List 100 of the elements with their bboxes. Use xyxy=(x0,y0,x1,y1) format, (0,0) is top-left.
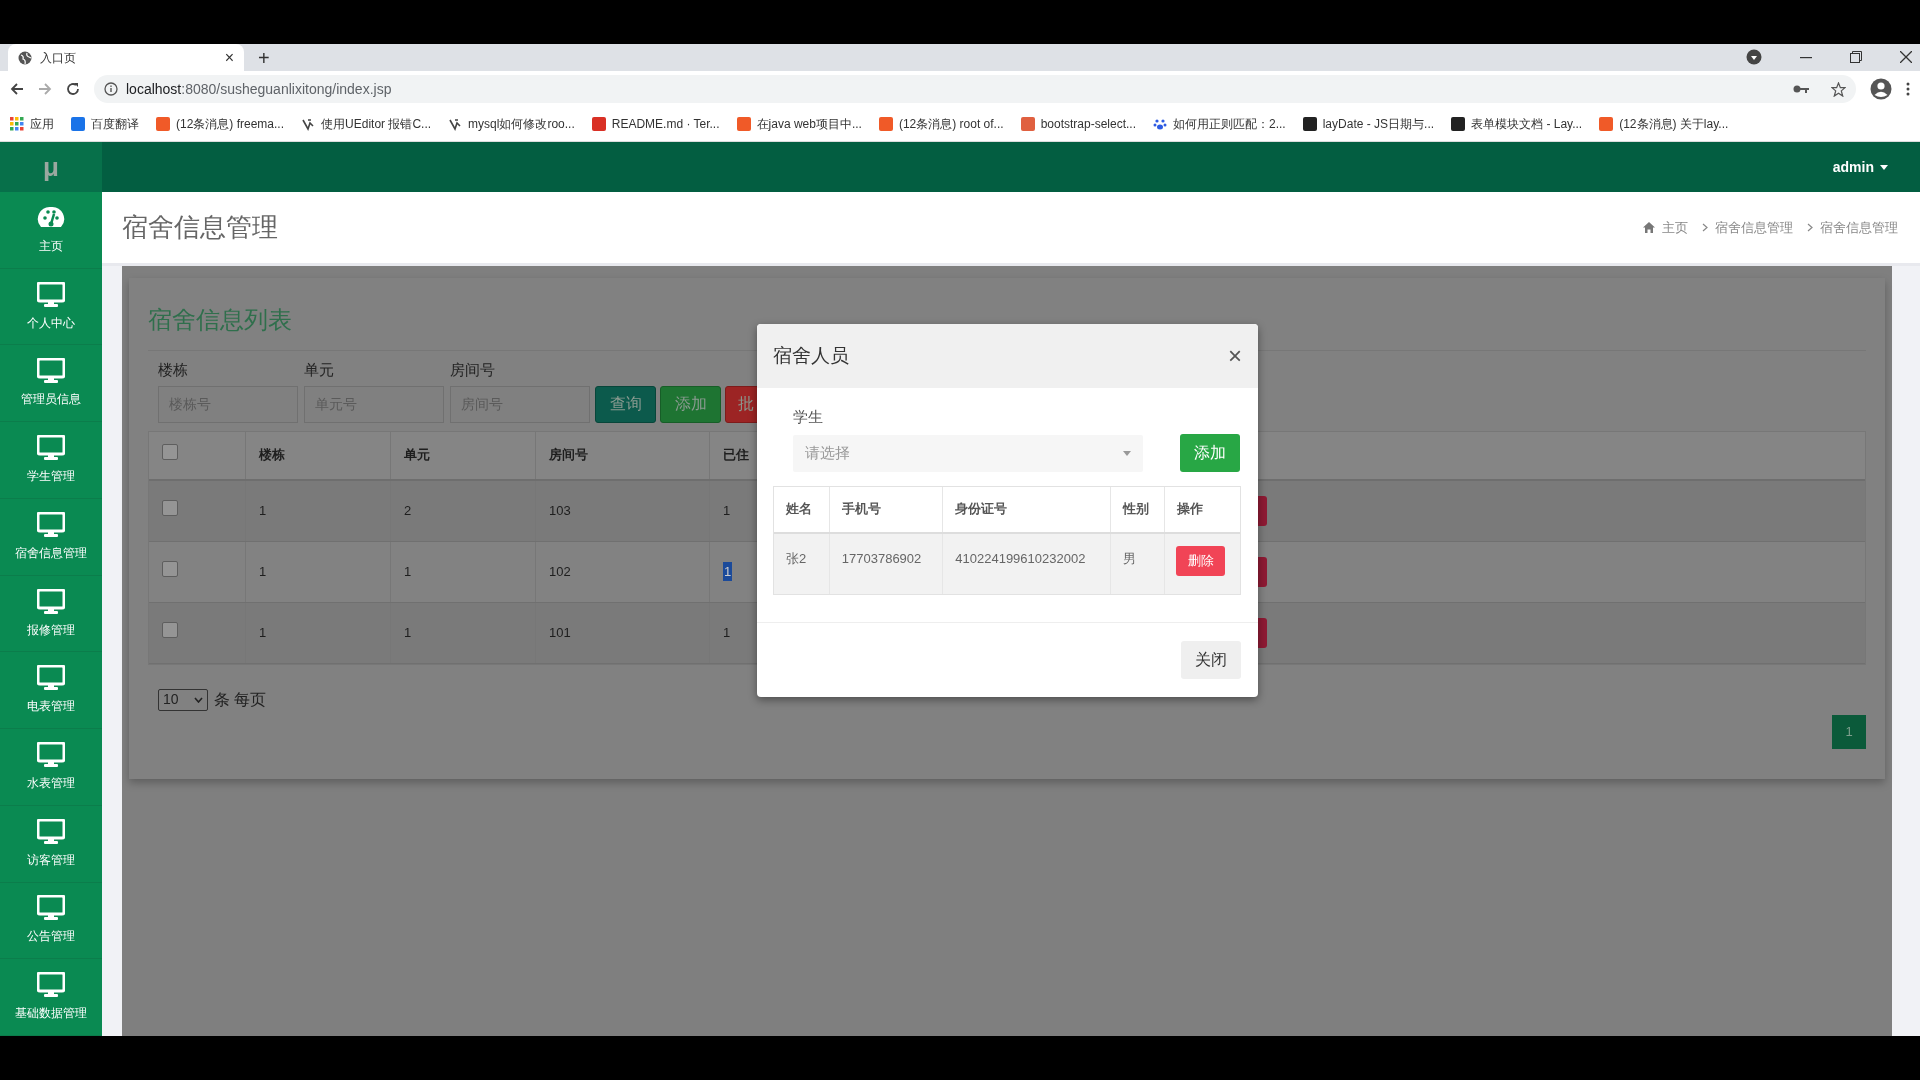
close-tab-button[interactable]: × xyxy=(224,49,234,66)
page-title: 宿舍信息管理 xyxy=(122,211,279,244)
browser-tab[interactable]: 入口页 × xyxy=(8,44,244,71)
reload-icon[interactable] xyxy=(66,82,80,96)
key-icon[interactable] xyxy=(1793,84,1809,94)
site-icon xyxy=(1302,117,1317,131)
table-cell: 410224199610232002 xyxy=(955,550,1086,566)
bookmark-link[interactable]: 如何用正则匹配：2... xyxy=(1173,115,1286,133)
page-size-select[interactable]: 10 xyxy=(158,688,208,711)
monitor-icon xyxy=(37,742,65,768)
checkbox[interactable] xyxy=(162,444,178,460)
column-header: 手机号 xyxy=(841,500,881,519)
bookmark-link[interactable]: 使用UEditor 报错C... xyxy=(321,115,432,133)
column-header: 单元 xyxy=(404,446,430,465)
table-cell-text: 1 xyxy=(723,501,731,520)
monitor-icon xyxy=(37,281,65,308)
bookmark-link[interactable]: bootstrap-select... xyxy=(1040,115,1136,133)
table-cell-text: 1 xyxy=(404,562,412,581)
sidebar-item[interactable]: 电表管理 xyxy=(0,652,102,730)
table-cell-text: 1 xyxy=(259,501,267,520)
add-button[interactable]: 添加 xyxy=(1180,433,1240,472)
back-arrow-icon[interactable] xyxy=(10,82,24,96)
monitor-icon xyxy=(37,435,65,462)
sidebar-item[interactable]: 学生管理 xyxy=(0,422,102,499)
sidebar-item[interactable]: 水表管理 xyxy=(0,729,102,806)
table-cell-text: 1 xyxy=(259,623,267,642)
address-bar[interactable]: localhost:8080/susheguanlixitong/index.jsp xyxy=(94,75,1856,103)
bookmark-link[interactable]: (12条消息) root of... xyxy=(898,115,1004,133)
star-icon[interactable] xyxy=(1831,81,1846,97)
menu-icon[interactable] xyxy=(1906,82,1910,96)
close-dialog-button[interactable]: 关闭 xyxy=(1181,641,1241,679)
table-cell-text: 103 xyxy=(549,501,571,520)
table-cell: 男 xyxy=(1122,550,1136,566)
minimize-icon[interactable] xyxy=(1800,57,1812,59)
home-icon xyxy=(1643,222,1655,233)
bookmark-link[interactable]: (12条消息) 关于lay... xyxy=(1619,115,1729,133)
checkbox[interactable] xyxy=(162,560,178,577)
bookmark-link[interactable]: 在java web项目中... xyxy=(756,115,862,133)
table-cell: 张2 xyxy=(786,550,807,566)
site-icon xyxy=(1451,117,1466,131)
sidebar-item[interactable]: 宿舍信息管理 xyxy=(0,498,102,576)
site-icon xyxy=(736,117,751,131)
filter-label: 单元 xyxy=(304,360,335,380)
column-header: 操作 xyxy=(1177,500,1204,519)
filter-label: 楼栋 xyxy=(158,360,189,380)
site-icon xyxy=(878,117,893,131)
breadcrumb-link[interactable]: 主页 xyxy=(1662,217,1688,238)
column-header: 房间号 xyxy=(549,446,588,465)
restore-icon[interactable] xyxy=(1850,51,1862,63)
tab-title: 入口页 xyxy=(40,49,77,67)
monitor-icon xyxy=(37,895,65,922)
sidebar-item[interactable]: 报修管理 xyxy=(0,575,102,653)
page-link[interactable]: 1 xyxy=(1832,714,1866,749)
site-icon xyxy=(591,117,606,131)
table-cell-text: 1 xyxy=(259,562,267,581)
bookmark-link[interactable]: 百度翻译 xyxy=(91,115,139,133)
sidebar-item[interactable]: 管理员信息 xyxy=(0,345,102,423)
bookmark-link[interactable]: (12条消息) freema... xyxy=(176,115,285,133)
column-header: 已住 xyxy=(723,446,749,465)
table-cell-text: 2 xyxy=(404,501,412,520)
student-select[interactable]: 请选择 xyxy=(793,434,1143,472)
site-icon xyxy=(156,117,170,131)
chevron-right-icon xyxy=(1807,223,1813,232)
monitor-icon xyxy=(37,588,65,615)
account-icon[interactable] xyxy=(1870,78,1892,100)
sidebar-item[interactable]: 公告管理 xyxy=(0,882,102,960)
dialog-title: 宿舍人员 xyxy=(773,343,849,368)
user-menu[interactable]: admin xyxy=(1832,156,1888,178)
caret-icon xyxy=(1880,164,1888,170)
site-icon xyxy=(1020,117,1035,131)
bookmark-link[interactable]: 表单模块文档 - Lay... xyxy=(1471,115,1583,133)
table-cell-text: 1 xyxy=(404,623,412,642)
monitor-icon xyxy=(37,818,65,845)
info-icon xyxy=(104,82,118,96)
delete-button[interactable]: 删除 xyxy=(1176,545,1226,576)
bookmark-link[interactable]: README.md · Ter... xyxy=(611,115,720,133)
close-button[interactable]: × xyxy=(1228,344,1242,368)
close-window-icon[interactable] xyxy=(1900,51,1912,63)
table-cell: 17703786902 xyxy=(841,550,922,566)
column-header: 姓名 xyxy=(786,500,812,519)
checkbox[interactable] xyxy=(162,499,178,516)
bookmark-link[interactable]: 应用 xyxy=(30,115,54,133)
bookmark-link[interactable]: layDate - JS日期与... xyxy=(1322,115,1435,133)
query-button[interactable]: 查询 xyxy=(595,385,656,423)
table-cell-text: 102 xyxy=(549,562,571,581)
column-header: 楼栋 xyxy=(259,446,285,465)
monitor-icon xyxy=(37,358,65,385)
sidebar-item[interactable]: 个人中心 xyxy=(0,268,102,346)
table-cell-text: 101 xyxy=(549,623,571,642)
checkbox[interactable] xyxy=(162,621,178,638)
breadcrumb-link[interactable]: 宿舍信息管理 xyxy=(1820,217,1898,238)
chevron-right-icon xyxy=(1702,223,1708,232)
bookmark-link[interactable]: mysql如何修改roo... xyxy=(468,115,575,133)
table-cell-text: 1 xyxy=(723,623,731,642)
breadcrumb-link[interactable]: 宿舍信息管理 xyxy=(1715,217,1793,238)
paw-icon xyxy=(1153,117,1167,131)
logo[interactable]: μ xyxy=(43,147,59,187)
sidebar-item[interactable]: 访客管理 xyxy=(0,805,102,883)
new-tab-button[interactable]: + xyxy=(258,48,270,68)
profile-dropdown-icon[interactable] xyxy=(1746,49,1762,65)
